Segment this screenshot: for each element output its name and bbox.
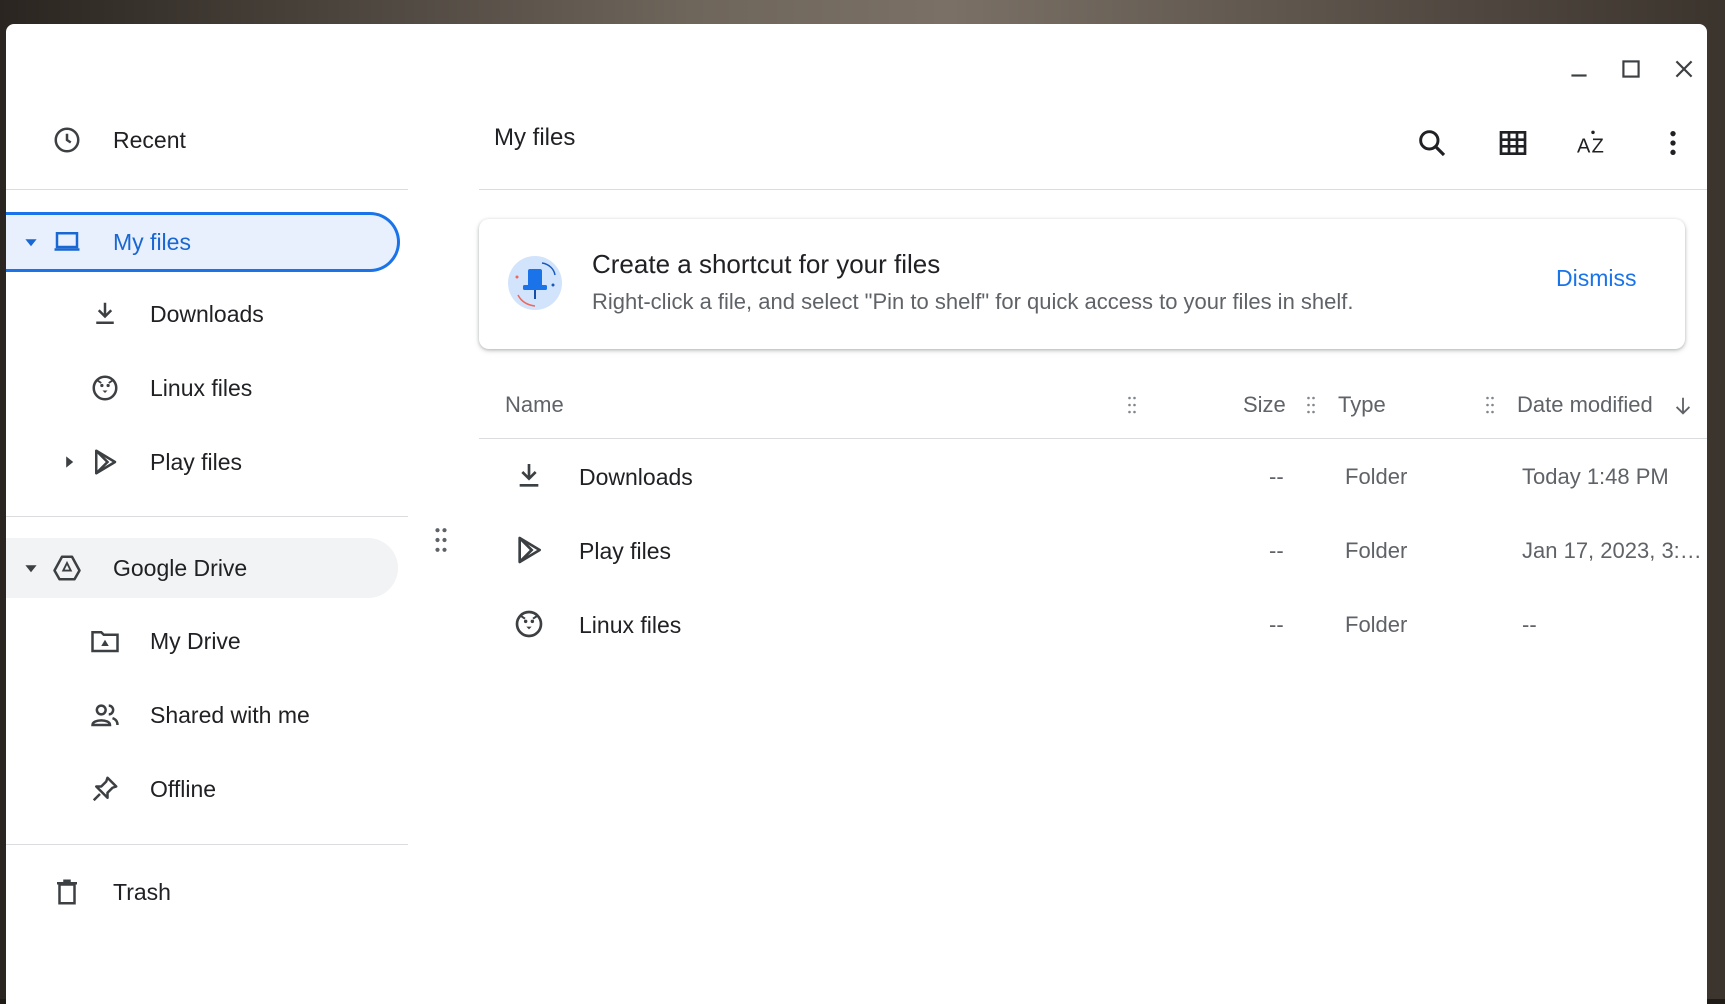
sidebar-resize-handle[interactable] (434, 526, 448, 554)
sidebar-item-label: Google Drive (113, 554, 248, 581)
page-title: My files (494, 124, 576, 151)
sort-descending-icon[interactable] (1672, 394, 1694, 418)
file-size: -- (1269, 538, 1284, 563)
column-header-size[interactable]: Size (1243, 392, 1286, 418)
file-size: -- (1269, 464, 1284, 489)
sidebar-item-label: Shared with me (150, 701, 310, 728)
svg-text:Z: Z (1592, 135, 1604, 157)
maximize-icon (1622, 60, 1640, 78)
download-icon (88, 297, 122, 331)
sidebar-item-shared-with-me[interactable]: Shared with me (6, 686, 400, 744)
table-row[interactable]: Downloads -- Folder Today 1:48 PM (479, 446, 1707, 508)
header-divider (479, 189, 1707, 190)
sidebar-item-google-drive[interactable]: Google Drive (6, 538, 398, 598)
sidebar-item-label: My Drive (150, 627, 241, 654)
play-store-icon (88, 445, 122, 479)
file-name: Downloads (579, 464, 693, 490)
penguin-icon (88, 371, 122, 405)
sort-az-icon: AZ (1577, 130, 1604, 157)
sidebar-item-downloads[interactable]: Downloads (6, 285, 400, 343)
files-app-window: Recent My files Downloads Linux files Pl… (6, 24, 1707, 1004)
search-button[interactable] (1410, 121, 1454, 165)
table-row[interactable]: Play files -- Folder Jan 17, 2023, 3:07 … (479, 520, 1707, 582)
download-icon (513, 460, 547, 494)
column-header-date-modified[interactable]: Date modified (1517, 392, 1653, 418)
column-resize-handle[interactable] (1306, 394, 1316, 416)
file-name: Linux files (579, 612, 682, 638)
sidebar-divider (6, 189, 408, 190)
sidebar-item-label: Linux files (150, 374, 253, 401)
table-header-divider (479, 438, 1707, 439)
play-store-icon (513, 534, 547, 568)
more-options-button[interactable] (1651, 121, 1695, 165)
sidebar-item-play-files[interactable]: Play files (6, 433, 400, 491)
sidebar-item-label: Offline (150, 775, 217, 802)
table-row[interactable]: Linux files -- Folder -- (479, 594, 1707, 656)
people-icon (88, 698, 122, 732)
column-resize-handle[interactable] (1127, 394, 1137, 416)
minimize-icon (1571, 74, 1587, 77)
dismiss-button[interactable]: Dismiss (1556, 265, 1637, 292)
close-icon (1675, 60, 1693, 78)
drive-icon (50, 551, 84, 585)
drive-folder-icon (88, 624, 122, 658)
sort-button[interactable]: AZ (1571, 121, 1615, 165)
caret-down-icon[interactable] (24, 235, 38, 249)
caret-down-icon[interactable] (24, 561, 38, 575)
sidebar-item-trash[interactable]: Trash (6, 863, 400, 921)
file-date-modified: Today 1:48 PM (1522, 464, 1669, 489)
sidebar-item-label: Downloads (150, 300, 264, 327)
sidebar-divider (6, 516, 408, 517)
svg-text:A: A (1577, 135, 1591, 157)
caret-right-icon[interactable] (62, 455, 76, 469)
trash-icon (50, 875, 84, 909)
close-button[interactable] (1669, 54, 1699, 84)
banner-title: Create a shortcut for your files (592, 249, 941, 279)
sidebar-item-label: Recent (113, 126, 186, 153)
grid-view-icon (1499, 131, 1527, 155)
banner-text: Right-click a file, and select "Pin to s… (592, 289, 1354, 314)
laptop-icon (50, 225, 84, 259)
column-header-type[interactable]: Type (1338, 392, 1386, 418)
sidebar-divider (6, 844, 408, 845)
minimize-button[interactable] (1564, 54, 1594, 84)
penguin-icon (513, 608, 547, 642)
file-type: Folder (1345, 538, 1408, 563)
sidebar-item-recent[interactable]: Recent (6, 111, 400, 169)
column-header-name[interactable]: Name (505, 392, 564, 418)
file-type: Folder (1345, 612, 1408, 637)
pin-icon (88, 772, 122, 806)
maximize-button[interactable] (1616, 54, 1646, 84)
sidebar-item-label: My files (113, 228, 191, 255)
sidebar-item-label: Play files (150, 448, 243, 475)
sidebar-item-offline[interactable]: Offline (6, 760, 400, 818)
sidebar-item-label: Trash (113, 878, 171, 905)
clock-icon (50, 123, 84, 157)
file-date-modified: -- (1522, 612, 1537, 637)
sidebar-item-my-files[interactable]: My files (6, 212, 400, 272)
file-size: -- (1269, 612, 1284, 637)
sidebar-item-my-drive[interactable]: My Drive (6, 612, 400, 670)
grid-view-button[interactable] (1491, 121, 1535, 165)
file-type: Folder (1345, 464, 1408, 489)
pin-illustration-icon (508, 256, 562, 310)
search-icon (1419, 130, 1446, 157)
shortcut-banner: Create a shortcut for your files Right-c… (479, 219, 1685, 349)
file-name: Play files (579, 538, 672, 564)
file-date-modified: Jan 17, 2023, 3:07 PM (1522, 538, 1707, 563)
sidebar-item-linux-files[interactable]: Linux files (6, 359, 400, 417)
more-vert-icon (1670, 131, 1676, 155)
column-resize-handle[interactable] (1485, 394, 1495, 416)
